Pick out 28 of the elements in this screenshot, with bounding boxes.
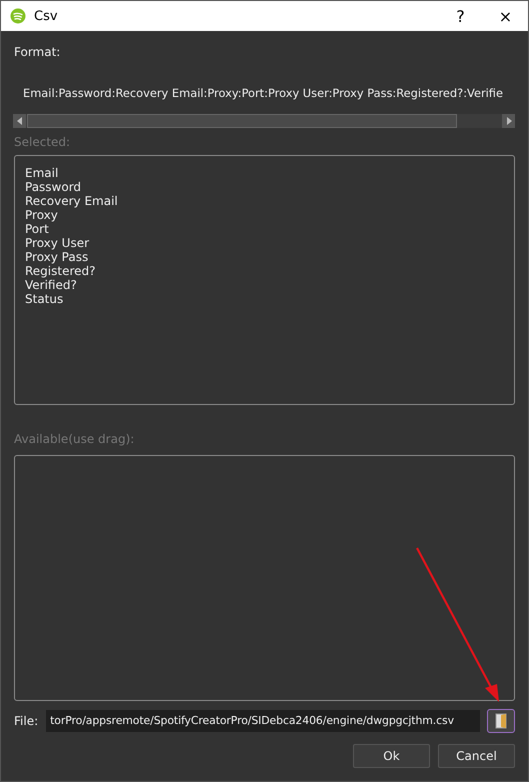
file-label: File: — [14, 714, 38, 728]
close-button[interactable]: × — [483, 1, 528, 31]
right-arrow-icon[interactable] — [506, 117, 512, 125]
list-item[interactable]: Registered? — [25, 264, 504, 278]
list-item[interactable]: Email — [25, 166, 504, 180]
list-item[interactable]: Recovery Email — [25, 194, 504, 208]
format-label: Format: — [14, 45, 62, 59]
help-button[interactable]: ? — [438, 1, 483, 31]
format-text: Email:Password:Recovery Email:Proxy:Port:Proxy User:Proxy Pass:Registered?:Verifie — [23, 86, 504, 100]
available-label: Available(use drag): — [14, 432, 136, 446]
list-item[interactable]: Password — [25, 180, 504, 194]
list-item[interactable]: Proxy Pass — [25, 250, 504, 264]
app-logo-icon — [10, 8, 26, 24]
selected-list[interactable]: Email Password Recovery Email Proxy Port Proxy User Proxy Pass Registered? Verified? Status — [14, 155, 515, 405]
cancel-button[interactable]: Cancel — [438, 744, 515, 768]
scrollbar[interactable] — [13, 114, 515, 128]
left-arrow-icon[interactable] — [16, 117, 22, 125]
list-item[interactable]: Proxy User — [25, 236, 504, 250]
browse-button[interactable] — [487, 709, 515, 733]
list-item[interactable]: Status — [25, 292, 504, 306]
list-item[interactable]: Port — [25, 222, 504, 236]
door-icon — [495, 713, 507, 729]
ok-button[interactable]: Ok — [353, 744, 430, 768]
selected-label: Selected: — [14, 135, 72, 149]
list-item[interactable]: Proxy — [25, 208, 504, 222]
list-item[interactable]: Verified? — [25, 278, 504, 292]
file-path-field[interactable]: torPro/appsremote/SpotifyCreatorPro/SIDebca2406/engine/dwgpgcjthm.csv — [46, 710, 480, 732]
window-title: Csv — [34, 8, 59, 24]
